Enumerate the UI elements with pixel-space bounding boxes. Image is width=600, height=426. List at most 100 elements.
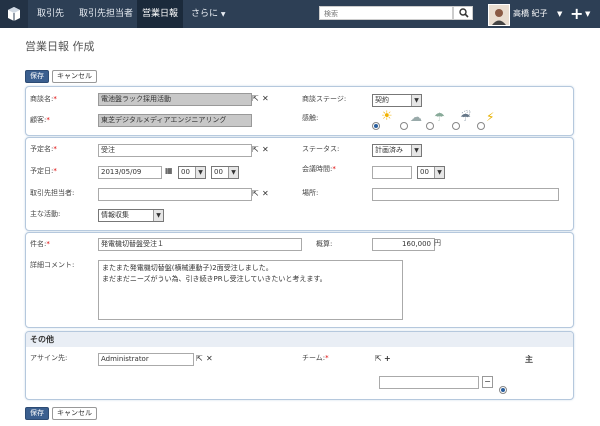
activity-select[interactable]: 情報収集 ▼ bbox=[98, 209, 164, 222]
dropdown-arrow-icon: ▼ bbox=[434, 167, 444, 178]
contact-label: 取引先担当者: bbox=[30, 189, 75, 197]
status-select[interactable]: 計画済み ▼ bbox=[372, 144, 422, 157]
place-label: 場所: bbox=[302, 189, 319, 197]
meeting-hours-field[interactable] bbox=[372, 166, 412, 179]
meeting-minutes-select[interactable]: 00 ▼ bbox=[417, 166, 445, 179]
section-subject-panel: 件名:* 発電機切替盤受注１ 概算: 160,000 円 詳細コメント: またま… bbox=[25, 232, 574, 328]
plan-date-label: 予定日:* bbox=[30, 167, 57, 175]
customer-field[interactable]: 東芝デジタルメディアエンジニアリング bbox=[98, 114, 252, 127]
dropdown-arrow-icon: ▼ bbox=[195, 167, 205, 178]
activity-select-value: 情報収集 bbox=[101, 211, 129, 219]
lookup-icon[interactable]: ⇱ bbox=[375, 354, 382, 364]
dropdown-arrow-icon: ▼ bbox=[411, 95, 421, 106]
heavy-rain-icon: ☔ bbox=[460, 110, 471, 124]
tab-more[interactable]: さらに ▼ bbox=[186, 0, 231, 28]
meeting-time-label: 会議時間:* bbox=[302, 165, 336, 173]
tab-contacts[interactable]: 取引先担当者 bbox=[74, 0, 138, 28]
assign-label: アサイン先: bbox=[30, 354, 68, 362]
team-field[interactable] bbox=[379, 376, 479, 389]
sunny-icon: ☀ bbox=[381, 109, 393, 124]
app-logo[interactable] bbox=[0, 0, 28, 28]
tab-accounts[interactable]: 取引先 bbox=[32, 0, 69, 28]
deal-name-label: 商談名:* bbox=[30, 95, 57, 103]
status-label: ステータス: bbox=[302, 145, 340, 153]
thunder-icon: ⚡ bbox=[486, 110, 495, 124]
user-menu-caret-icon[interactable]: ▼ bbox=[557, 0, 562, 28]
feeling-radio-thunder[interactable] bbox=[477, 122, 485, 130]
create-new-button[interactable]: + bbox=[570, 0, 583, 28]
tab-more-label: さらに bbox=[191, 9, 219, 19]
feeling-radio-sunny[interactable] bbox=[372, 122, 380, 130]
contact-field[interactable] bbox=[98, 188, 252, 201]
detail-comment-line: まだまだニーズがうい為、引き続きPRし受注していきたいと考えます。 bbox=[102, 275, 327, 283]
top-nav: 取引先 取引先担当者 営業日報 さらに ▼ 検索 高橋 紀子 ▼ + ▼ bbox=[0, 0, 600, 28]
primary-team-radio[interactable] bbox=[499, 386, 507, 394]
plan-name-field[interactable]: 受注 bbox=[98, 144, 252, 157]
create-menu-caret-icon[interactable]: ▼ bbox=[585, 0, 590, 28]
currency-label: 円 bbox=[434, 239, 441, 247]
subject-field[interactable]: 発電機切替盤受注１ bbox=[98, 238, 302, 251]
feeling-radio-rain[interactable] bbox=[426, 122, 434, 130]
tab-daily-reports[interactable]: 営業日報 bbox=[137, 0, 184, 28]
page-title: 営業日報 作成 bbox=[25, 40, 95, 53]
user-avatar[interactable] bbox=[488, 4, 510, 26]
minute-select-value: 00 bbox=[214, 168, 223, 176]
dropdown-arrow-icon: ▼ bbox=[153, 210, 163, 221]
dropdown-arrow-icon: ▼ bbox=[228, 167, 238, 178]
stage-select-value: 契約 bbox=[375, 96, 389, 104]
caret-down-icon: ▼ bbox=[220, 11, 226, 18]
stage-label: 商談ステージ: bbox=[302, 95, 347, 103]
status-select-value: 計画済み bbox=[375, 146, 403, 154]
estimate-label: 概算: bbox=[316, 240, 333, 248]
assign-field[interactable]: Administrator bbox=[98, 353, 194, 366]
hour-select-value: 00 bbox=[181, 168, 190, 176]
calendar-icon[interactable]: ▦ bbox=[165, 166, 173, 176]
feeling-radio-heavy-rain[interactable] bbox=[452, 122, 460, 130]
clear-icon[interactable]: ✕ bbox=[262, 189, 269, 199]
feeling-label: 感触: bbox=[302, 114, 319, 122]
detail-comment-line: またまた発電機切替盤(横械連動子)2面受注しました。 bbox=[102, 264, 273, 272]
save-button-bottom[interactable]: 保存 bbox=[25, 407, 49, 420]
section-other-panel: その他 アサイン先: Administrator ⇱ ✕ チーム:* ⇱ + 主… bbox=[25, 331, 574, 400]
dropdown-arrow-icon: ▼ bbox=[411, 145, 421, 156]
detail-comment-label: 詳細コメント: bbox=[30, 261, 75, 269]
detail-comment-textarea[interactable]: またまた発電機切替盤(横械連動子)2面受注しました。 まだまだニーズがうい為、引… bbox=[98, 260, 403, 320]
subject-label: 件名:* bbox=[30, 240, 50, 248]
section-header-other: その他 bbox=[26, 332, 573, 347]
section-deal-panel: 商談名:* 電池盤ラック採用活動 ⇱ ✕ 顧客:* 東芝デジタルメディアエンジニ… bbox=[25, 86, 574, 136]
lookup-icon[interactable]: ⇱ bbox=[252, 145, 259, 155]
user-photo-icon bbox=[489, 5, 509, 25]
hour-select[interactable]: 00 ▼ bbox=[178, 166, 206, 179]
place-field[interactable] bbox=[372, 188, 559, 201]
meeting-minutes-value: 00 bbox=[420, 168, 429, 176]
plan-name-label: 予定名:* bbox=[30, 145, 57, 153]
cancel-button-top[interactable]: キャンセル bbox=[52, 70, 97, 83]
cancel-button-bottom[interactable]: キャンセル bbox=[52, 407, 97, 420]
save-button-top[interactable]: 保存 bbox=[25, 70, 49, 83]
clear-icon[interactable]: ✕ bbox=[262, 145, 269, 155]
estimate-field[interactable]: 160,000 bbox=[372, 238, 435, 251]
search-icon bbox=[459, 8, 469, 18]
search-input[interactable]: 検索 bbox=[319, 6, 453, 20]
cloud-icon: ☁ bbox=[410, 110, 422, 124]
plan-date-field[interactable]: 2013/05/09 bbox=[98, 166, 162, 179]
add-icon[interactable]: + bbox=[384, 354, 391, 364]
team-label: チーム:* bbox=[302, 354, 329, 362]
section-schedule-panel: 予定名:* 受注 ⇱ ✕ 予定日:* 2013/05/09 ▦ 00 ▼ 00 ▼ … bbox=[25, 137, 574, 231]
activity-label: 主な活動: bbox=[30, 210, 61, 218]
primary-column-label: 主 bbox=[525, 355, 533, 364]
feeling-radio-cloudy[interactable] bbox=[400, 122, 408, 130]
clear-icon[interactable]: ✕ bbox=[262, 94, 269, 104]
search-button[interactable] bbox=[453, 6, 473, 20]
stage-select[interactable]: 契約 ▼ bbox=[372, 94, 422, 107]
lookup-icon[interactable]: ⇱ bbox=[252, 189, 259, 199]
lookup-icon[interactable]: ⇱ bbox=[196, 354, 203, 364]
deal-name-field[interactable]: 電池盤ラック採用活動 bbox=[98, 93, 252, 106]
remove-icon[interactable]: − bbox=[482, 376, 493, 388]
minute-select[interactable]: 00 ▼ bbox=[211, 166, 239, 179]
customer-label: 顧客:* bbox=[30, 116, 50, 124]
lookup-icon[interactable]: ⇱ bbox=[252, 94, 259, 104]
clear-icon[interactable]: ✕ bbox=[206, 354, 213, 364]
cube-icon bbox=[8, 7, 20, 21]
user-name[interactable]: 高橋 紀子 bbox=[513, 0, 548, 28]
